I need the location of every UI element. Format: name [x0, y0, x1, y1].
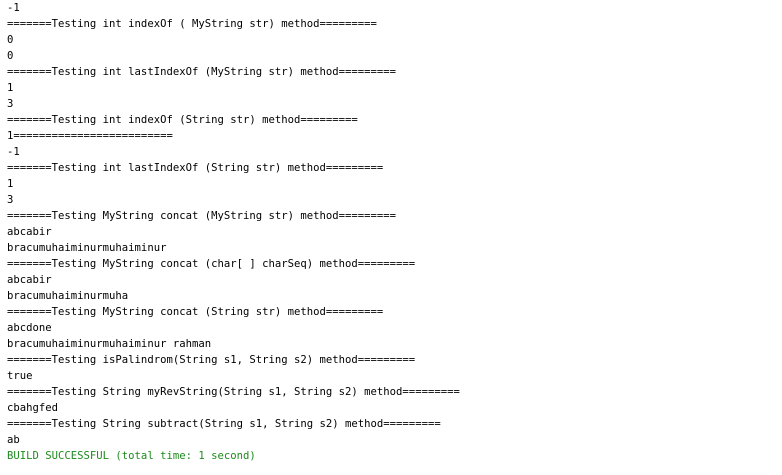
- output-line: =======Testing MyString concat (char[ ] …: [7, 258, 416, 270]
- output-line: 0: [7, 50, 14, 62]
- build-status-line: BUILD SUCCESSFUL (total time: 1 second): [7, 450, 256, 462]
- output-line: =======Testing MyString concat (MyString…: [7, 210, 397, 222]
- output-line: 3: [7, 98, 14, 110]
- output-line: 1: [7, 178, 14, 190]
- output-line: bracumuhaiminurmuha: [7, 290, 129, 302]
- output-line: true: [7, 370, 33, 382]
- output-line: 0: [7, 34, 14, 46]
- output-line: 1: [7, 82, 14, 94]
- output-line: =======Testing int indexOf ( MyString st…: [7, 18, 377, 30]
- output-line: 1=========================: [7, 130, 173, 142]
- output-line: abcabir: [7, 226, 52, 238]
- output-line: bracumuhaiminurmuhaiminur rahman: [7, 338, 212, 350]
- output-line: =======Testing String subtract(String s1…: [7, 418, 441, 430]
- output-lines: -1 =======Testing int indexOf ( MyString…: [7, 0, 460, 464]
- output-line: cbahgfed: [7, 402, 59, 414]
- output-line: -1: [7, 2, 20, 14]
- output-line: abcdone: [7, 322, 52, 334]
- output-line: ab: [7, 434, 20, 446]
- output-line: =======Testing int indexOf (String str) …: [7, 114, 358, 126]
- output-line: =======Testing MyString concat (String s…: [7, 306, 384, 318]
- output-line: 3: [7, 194, 14, 206]
- output-line: -1: [7, 146, 20, 158]
- output-line: abcabir: [7, 274, 52, 286]
- output-line: =======Testing int lastIndexOf (String s…: [7, 162, 384, 174]
- output-console: -1 =======Testing int indexOf ( MyString…: [0, 0, 782, 475]
- output-line: =======Testing int lastIndexOf (MyString…: [7, 66, 397, 78]
- output-line: bracumuhaiminurmuhaiminur: [7, 242, 167, 254]
- output-line: =======Testing isPalindrom(String s1, St…: [7, 354, 416, 366]
- output-line: =======Testing String myRevString(String…: [7, 386, 460, 398]
